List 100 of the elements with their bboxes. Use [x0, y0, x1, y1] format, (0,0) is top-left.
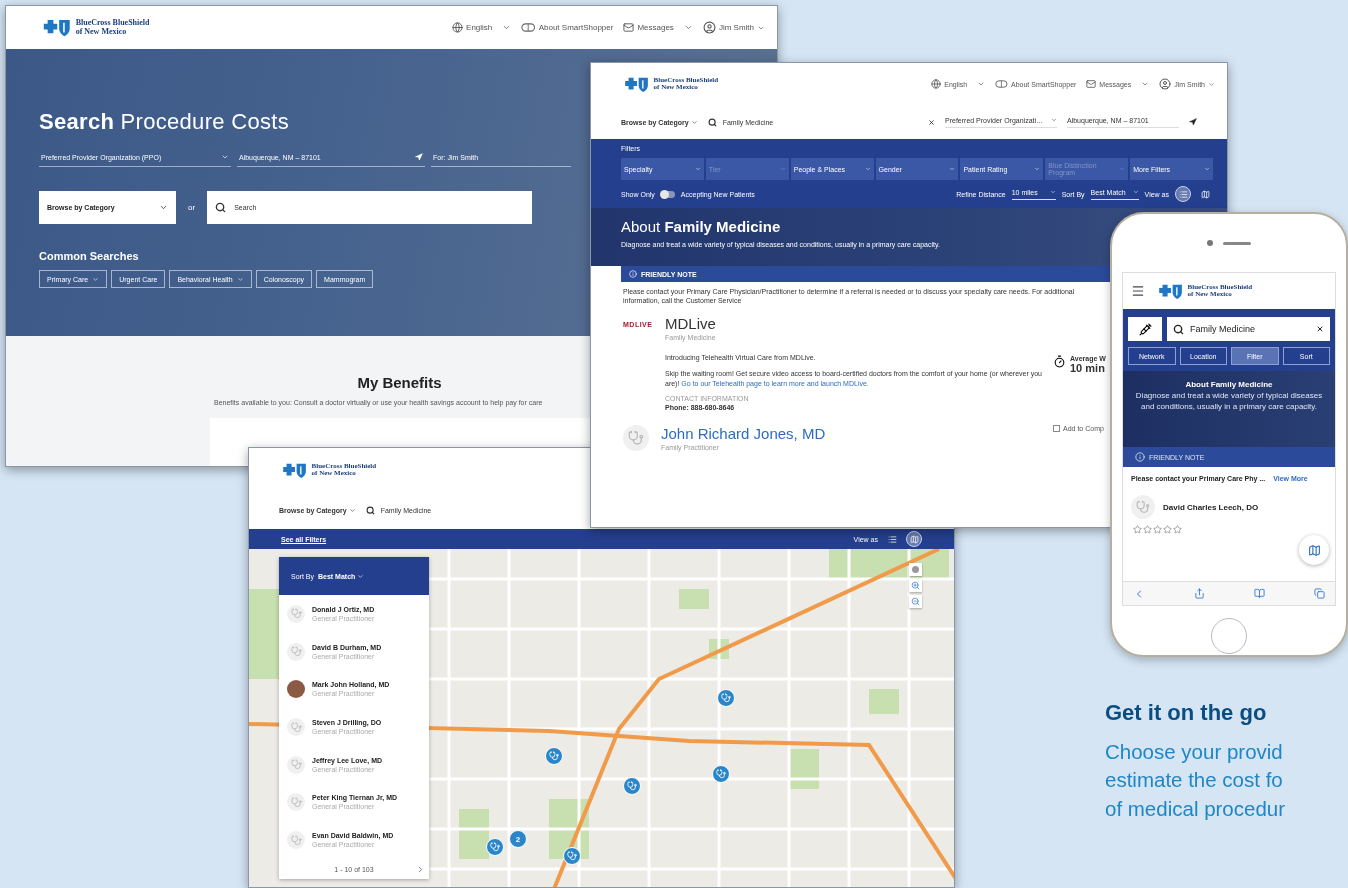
stethoscope-icon — [716, 769, 726, 779]
language-menu[interactable]: English — [452, 22, 493, 33]
promo-title: Get it on the go — [1105, 700, 1267, 726]
clear-icon[interactable] — [928, 118, 935, 126]
share-icon[interactable] — [1194, 588, 1205, 599]
zoom-in-icon — [911, 581, 920, 590]
brand-name: BlueCross BlueShield of New Mexico — [75, 19, 150, 36]
caret-icon — [159, 203, 168, 212]
map-icon — [909, 534, 919, 544]
caret-icon — [1034, 166, 1041, 172]
user-icon — [702, 21, 716, 34]
zoom-out-button[interactable] — [909, 595, 922, 608]
caret-icon — [864, 166, 871, 172]
locate-icon[interactable] — [1189, 118, 1197, 126]
caret-icon — [1051, 117, 1057, 123]
toggle-switch[interactable] — [660, 190, 675, 198]
globe-icon — [452, 22, 464, 33]
info-icon — [629, 270, 637, 278]
stethoscope-icon — [290, 834, 302, 846]
wait-time: 10 min — [1070, 362, 1105, 375]
caret-icon — [236, 275, 244, 283]
caret-icon — [221, 153, 229, 161]
stethoscope-icon — [1136, 500, 1150, 514]
or-label: or — [188, 203, 196, 212]
capsule-icon — [521, 23, 536, 32]
stethoscope-icon — [290, 759, 302, 771]
star-icon — [1133, 525, 1142, 534]
caret-icon — [348, 507, 356, 514]
caret-icon[interactable] — [977, 80, 986, 88]
caret-icon — [694, 166, 701, 172]
about-title: About Family Medicine — [621, 218, 781, 235]
map-button[interactable] — [1299, 535, 1329, 565]
caret-icon — [357, 572, 365, 580]
menu-icon[interactable] — [1131, 284, 1145, 298]
list-icon — [1178, 189, 1188, 199]
section-heading: Common Searches — [39, 250, 139, 262]
camera-icon — [1207, 240, 1213, 246]
capsule-icon — [995, 80, 1008, 88]
caret-icon — [1132, 189, 1139, 195]
mail-icon — [623, 22, 635, 33]
page-title: Search Procedure Costs — [39, 109, 289, 135]
list-view-button[interactable] — [1175, 186, 1191, 202]
stethoscope-icon — [290, 646, 302, 658]
zoom-out-icon — [911, 597, 920, 606]
caret-icon[interactable] — [502, 23, 512, 32]
about-title: About Family Medicine — [1185, 380, 1273, 389]
search-field[interactable]: Family Medicine — [1167, 317, 1330, 341]
tabs-icon[interactable] — [1314, 588, 1325, 599]
map-icon — [1200, 189, 1210, 199]
locate-icon — [415, 153, 423, 161]
user-icon — [1159, 78, 1172, 90]
stethoscope-icon — [628, 429, 644, 446]
caret-icon — [779, 166, 786, 172]
star-icon — [1143, 525, 1152, 534]
zoom-in-button[interactable] — [909, 579, 922, 592]
about-link[interactable]: About SmartShopper — [521, 23, 614, 32]
promo-text: of medical procedur — [1105, 795, 1286, 822]
stethoscope-icon — [721, 693, 731, 703]
specialty-button[interactable] — [1128, 317, 1162, 341]
promo-text: estimate the cost fo — [1105, 767, 1284, 794]
search-icon — [215, 202, 227, 213]
provider-name[interactable]: John Richard Jones, MD — [661, 424, 826, 442]
caret-icon[interactable] — [683, 23, 693, 32]
caret-icon — [1119, 166, 1126, 172]
about-text: Diagnose and treat a wide variety of typical diseases and conditions, usually in a primary care capacity. — [1134, 391, 1324, 413]
provider-name: MDLive — [665, 315, 716, 333]
speaker-icon — [1223, 241, 1251, 245]
globe-icon — [931, 79, 942, 89]
caret-icon — [690, 118, 698, 126]
caret-icon — [92, 275, 100, 283]
stethoscope-icon — [627, 781, 637, 791]
provider-name[interactable]: David Charles Leech, DO — [1163, 502, 1259, 512]
messages-link[interactable]: Messages — [623, 22, 674, 33]
dot-icon — [912, 566, 919, 573]
caret-icon — [949, 166, 956, 172]
stethoscope-icon — [290, 608, 302, 620]
timer-icon — [1053, 355, 1066, 369]
locate-button[interactable] — [909, 563, 922, 576]
mail-icon — [1086, 79, 1097, 89]
star-icon — [1163, 525, 1172, 534]
list-icon — [887, 534, 897, 544]
next-icon[interactable] — [416, 864, 425, 874]
clear-icon[interactable] — [1316, 325, 1324, 333]
star-icon — [1153, 525, 1162, 534]
search-icon — [365, 506, 375, 515]
syringe-icon — [1138, 322, 1152, 336]
stethoscope-icon — [290, 796, 302, 808]
caret-icon — [1208, 80, 1215, 88]
book-icon[interactable] — [1254, 588, 1265, 599]
section-title: My Benefits — [357, 374, 442, 391]
star-icon — [1173, 525, 1182, 534]
search-icon — [707, 117, 717, 127]
map-icon — [1307, 543, 1321, 557]
stethoscope-icon — [567, 851, 577, 861]
caret-icon[interactable] — [1141, 80, 1150, 88]
caret-icon — [1204, 166, 1210, 172]
search-icon — [1173, 323, 1184, 335]
user-menu[interactable]: Jim Smith — [702, 21, 765, 34]
stethoscope-icon — [490, 842, 500, 852]
map-view-button[interactable] — [906, 531, 922, 547]
